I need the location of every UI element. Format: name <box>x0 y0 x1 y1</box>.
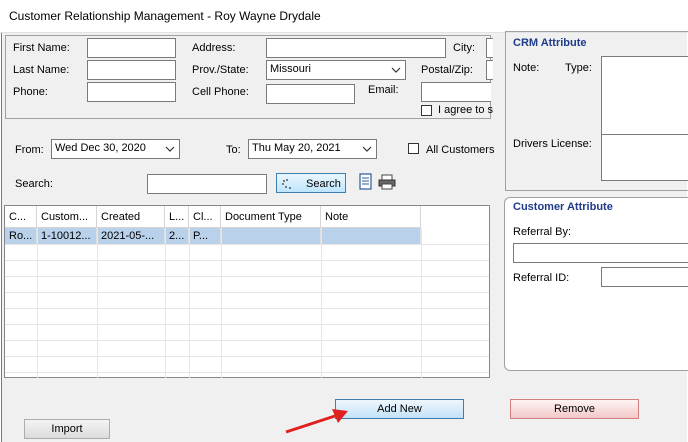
drivers-license-label: Drivers License: <box>513 138 592 150</box>
grid-line <box>5 260 489 261</box>
agree-label: I agree to s <box>438 104 494 116</box>
printer-icon[interactable] <box>378 174 396 190</box>
cell-phone-label: Cell Phone: <box>192 86 249 98</box>
from-date-value: Wed Dec 30, 2020 <box>55 142 146 154</box>
column-header[interactable]: Document Type <box>221 206 321 228</box>
chevron-down-icon <box>362 146 372 152</box>
last-name-field[interactable] <box>87 60 176 80</box>
table-row[interactable]: Ro... 1-10012... 2021-05-... 2... P... <box>5 228 421 244</box>
prov-state-select[interactable]: Missouri <box>266 60 406 80</box>
table-cell <box>221 228 321 244</box>
agree-checkbox[interactable] <box>421 105 432 116</box>
grid-line <box>5 244 489 245</box>
remove-button[interactable]: Remove <box>510 399 639 419</box>
prov-state-value: Missouri <box>270 63 311 75</box>
first-name-field[interactable] <box>87 38 176 58</box>
add-new-button[interactable]: Add New <box>335 399 464 419</box>
grid-line <box>5 356 489 357</box>
city-label: City: <box>453 42 475 54</box>
chevron-down-icon <box>165 146 175 152</box>
phone-label: Phone: <box>13 86 48 98</box>
to-date-value: Thu May 20, 2021 <box>252 142 341 154</box>
table-cell: Ro... <box>5 228 37 244</box>
postal-zip-label: Postal/Zip: <box>421 64 473 76</box>
grid-line <box>5 276 489 277</box>
first-name-label: First Name: <box>13 42 70 54</box>
table-cell <box>321 228 421 244</box>
column-header[interactable]: Cl... <box>189 206 221 228</box>
column-header[interactable]: C... <box>5 206 37 228</box>
address-field[interactable] <box>266 38 446 58</box>
email-label: Email: <box>368 84 399 96</box>
search-input[interactable] <box>147 174 267 194</box>
search-button[interactable]: Search <box>276 173 346 193</box>
to-label: To: <box>226 144 241 156</box>
from-label: From: <box>15 144 44 156</box>
note-type-field[interactable] <box>601 56 688 135</box>
window-titlebar: Customer Relationship Management - Roy W… <box>0 0 688 33</box>
grid-line <box>5 308 489 309</box>
crm-attribute-title: CRM Attribute <box>513 37 587 49</box>
referral-by-label: Referral By: <box>513 226 572 238</box>
document-icon[interactable] <box>358 173 374 191</box>
email-field[interactable] <box>421 82 491 102</box>
prov-state-label: Prov./State: <box>192 64 249 76</box>
remove-button-label: Remove <box>554 403 595 415</box>
all-customers-label: All Customers <box>426 144 495 156</box>
import-button[interactable]: Import <box>24 419 110 439</box>
table-cell: 1-10012... <box>37 228 97 244</box>
drivers-license-field[interactable] <box>601 134 688 181</box>
table-cell: 2021-05-... <box>97 228 165 244</box>
last-name-label: Last Name: <box>13 64 70 76</box>
documents-grid[interactable]: C... Custom... Created L... Cl... Docume… <box>4 205 490 378</box>
search-icon <box>282 179 291 189</box>
address-label: Address: <box>192 42 236 54</box>
cell-phone-field[interactable] <box>266 84 355 104</box>
table-cell: 2... <box>165 228 189 244</box>
column-header[interactable]: Created <box>97 206 165 228</box>
grid-line <box>5 324 489 325</box>
referral-id-field[interactable] <box>601 267 688 287</box>
phone-field[interactable] <box>87 82 176 102</box>
search-button-label: Search <box>306 178 341 190</box>
city-field[interactable] <box>486 38 493 58</box>
import-button-label: Import <box>51 423 83 435</box>
referral-by-field[interactable] <box>513 243 688 263</box>
note-label: Note: <box>513 62 540 74</box>
from-date-picker[interactable]: Wed Dec 30, 2020 <box>51 139 180 159</box>
column-header[interactable]: Custom... <box>37 206 97 228</box>
postal-zip-field[interactable] <box>486 60 493 80</box>
chevron-down-icon <box>391 67 401 73</box>
window-title: Customer Relationship Management - Roy W… <box>9 9 321 23</box>
table-cell: P... <box>189 228 221 244</box>
column-header[interactable]: L... <box>165 206 189 228</box>
annotation-arrow-icon <box>285 409 348 434</box>
search-label: Search: <box>15 178 53 190</box>
type-label: Type: <box>565 62 592 74</box>
grid-line <box>5 340 489 341</box>
customer-attribute-title: Customer Attribute <box>513 201 613 213</box>
grid-line <box>5 292 489 293</box>
to-date-picker[interactable]: Thu May 20, 2021 <box>248 139 377 159</box>
column-header[interactable]: Note <box>321 206 421 228</box>
all-customers-checkbox[interactable] <box>408 143 419 154</box>
grid-line <box>5 372 489 373</box>
add-new-button-label: Add New <box>377 403 422 415</box>
referral-id-label: Referral ID: <box>513 272 570 284</box>
